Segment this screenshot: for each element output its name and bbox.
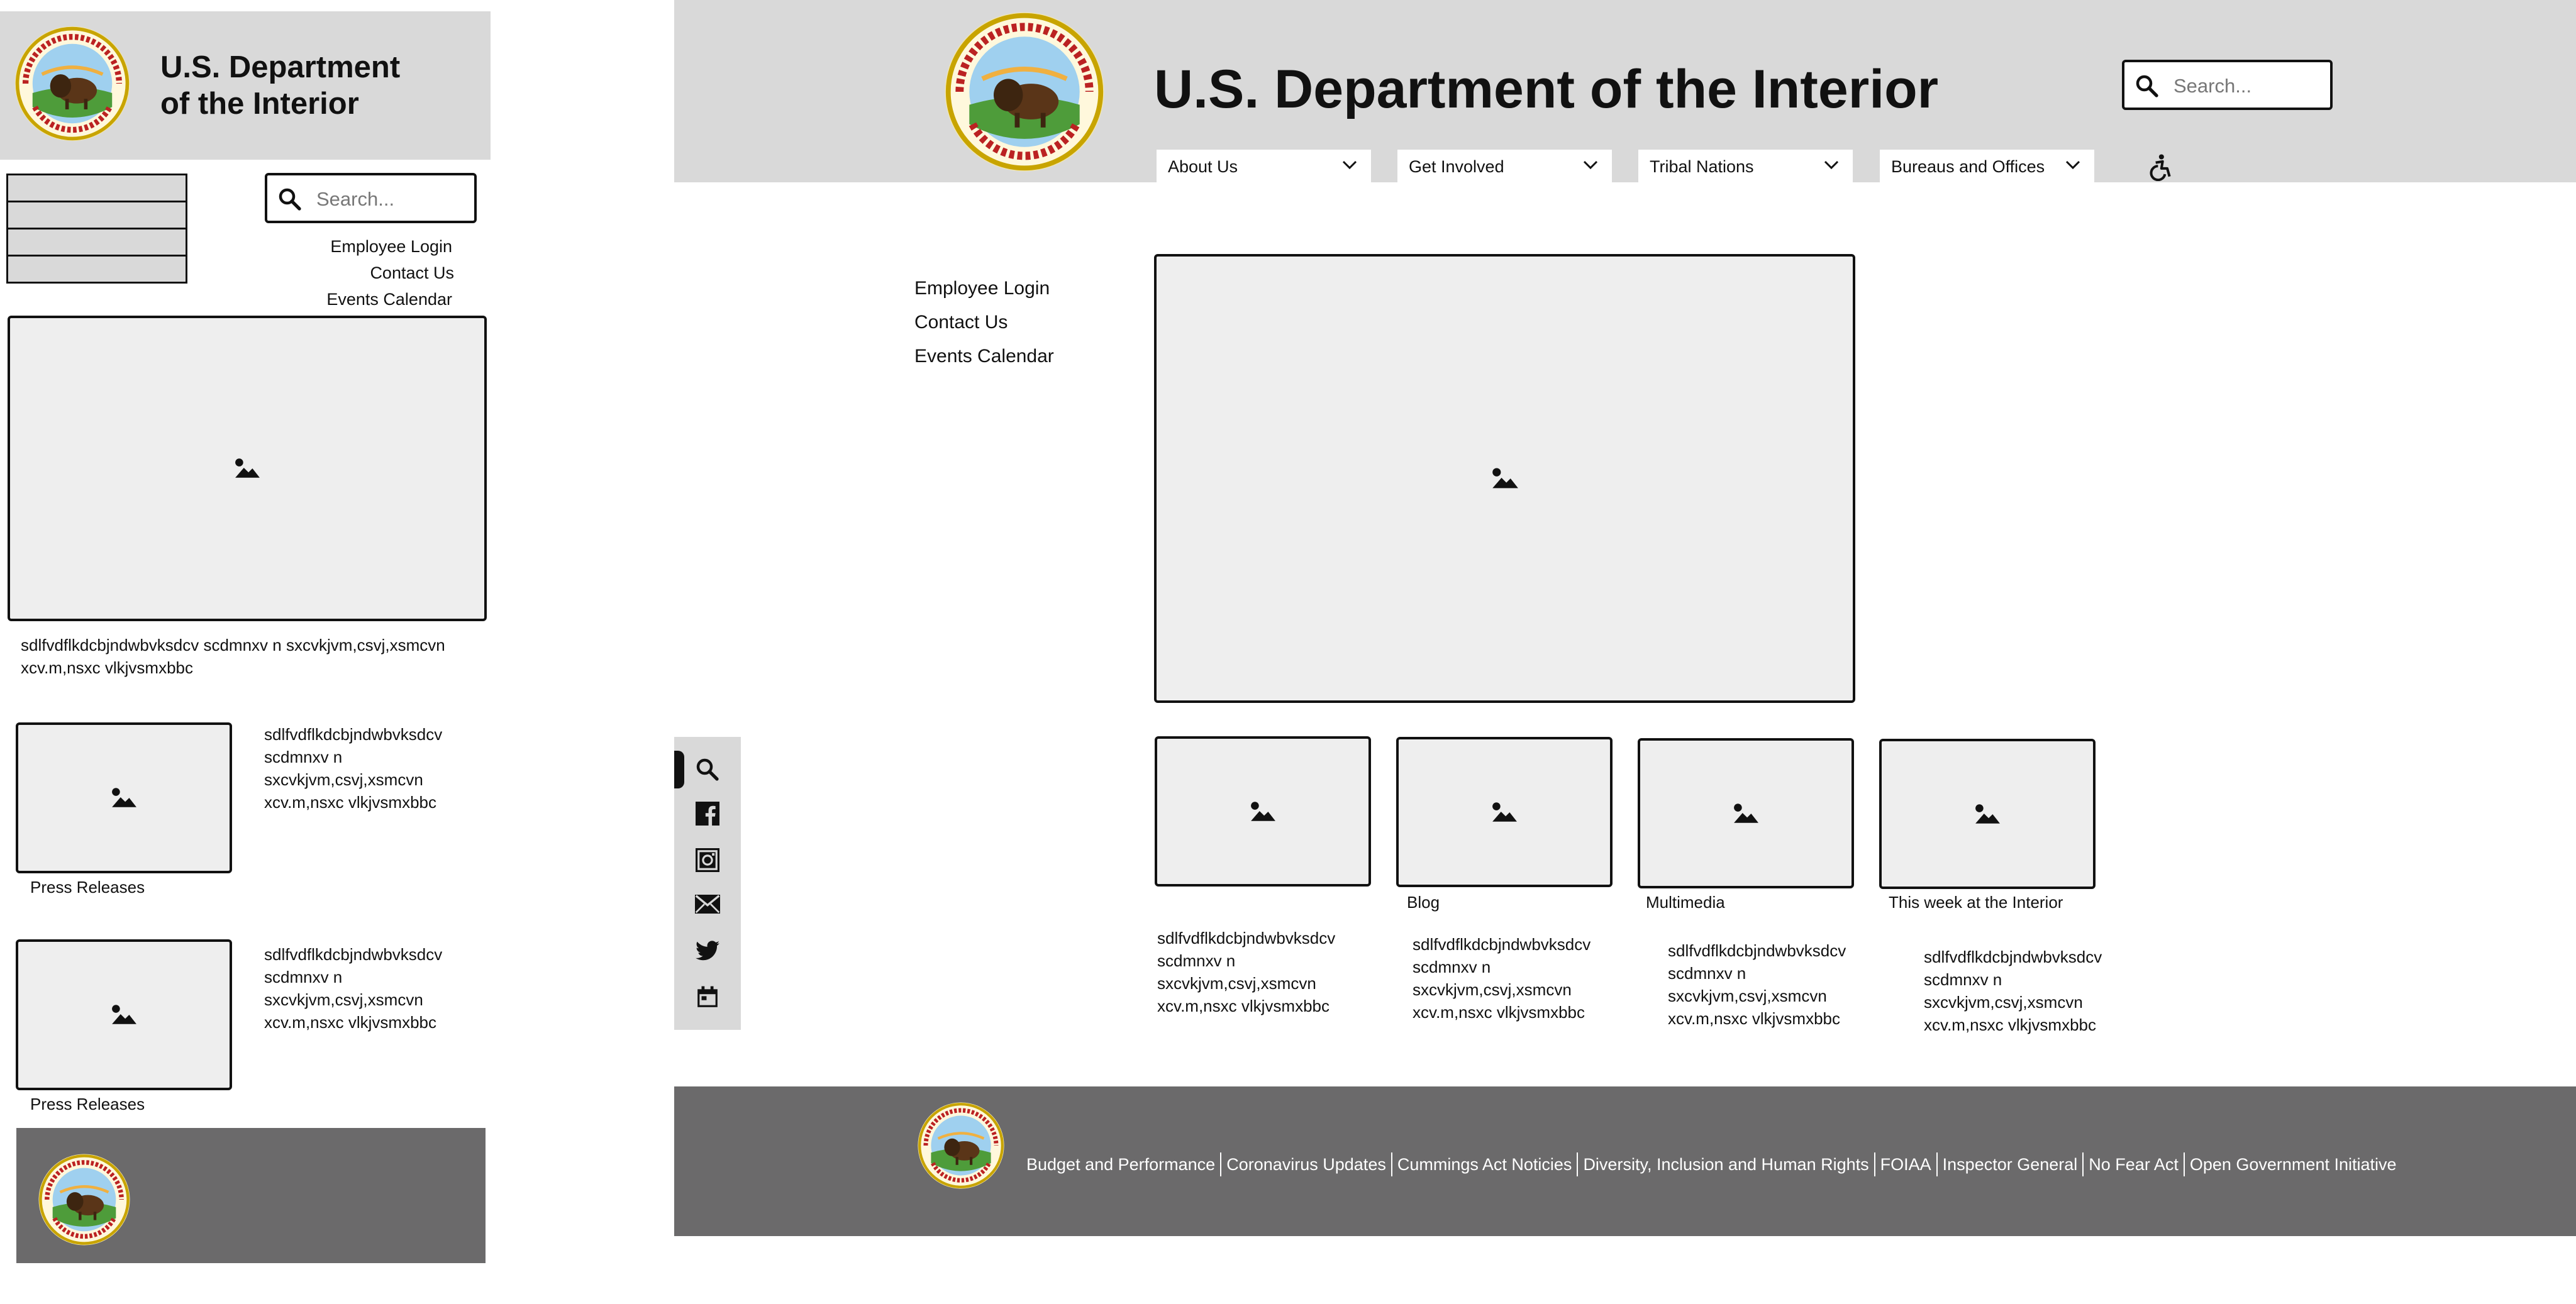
mobile-menu-item-4[interactable]: [6, 255, 187, 284]
mobile-site-title-line1: U.S. Department: [160, 50, 401, 84]
facebook-icon: [696, 802, 719, 826]
desktop-hero-image: [1154, 254, 1855, 703]
image-icon: [111, 1004, 137, 1025]
social-link-search[interactable]: [674, 751, 741, 788]
footer-link-budget-and-performance[interactable]: Budget and Performance: [1021, 1155, 1220, 1174]
mobile-contact-us-link[interactable]: Contact Us: [370, 263, 454, 283]
nav-label: About Us: [1168, 157, 1238, 176]
image-icon: [111, 787, 137, 809]
nav-about-us[interactable]: About Us: [1157, 150, 1371, 182]
nav-label: Get Involved: [1409, 157, 1504, 176]
footer-link-no-fear-act[interactable]: No Fear Act: [2084, 1155, 2184, 1174]
desktop-card-text: sdlfvdflkdcbjndwbvksdcv scdmnxv n sxcvkj…: [1157, 929, 1336, 1015]
footer-link-cummings-act[interactable]: Cummings Act Noticies: [1392, 1155, 1577, 1174]
calendar-icon: [697, 986, 718, 1007]
desktop-card-image[interactable]: [1155, 736, 1371, 887]
nav-label: Tribal Nations: [1650, 157, 1754, 176]
image-icon: [234, 458, 260, 479]
desktop-card-image[interactable]: [1638, 738, 1854, 888]
accessibility-icon[interactable]: [2146, 153, 2174, 182]
nav-bureaus-and-offices[interactable]: Bureaus and Offices: [1880, 150, 2094, 182]
desktop-seal-logo: [943, 11, 1106, 173]
desktop-footer-seal-logo: [917, 1102, 1005, 1190]
mail-icon: [695, 895, 720, 914]
mobile-menu-item-1[interactable]: [6, 174, 187, 202]
social-link-instagram[interactable]: [674, 841, 741, 879]
mobile-hero-image: [8, 316, 487, 621]
desktop-site-title: U.S. Department of the Interior: [1154, 59, 1939, 119]
chevron-down-icon: [2065, 160, 2080, 170]
desktop-contact-us-link[interactable]: Contact Us: [914, 312, 1008, 333]
social-link-calendar[interactable]: [674, 978, 741, 1016]
image-icon: [1974, 804, 2001, 825]
desktop-card-image[interactable]: [1396, 737, 1613, 887]
mobile-card-caption[interactable]: Press Releases: [30, 878, 145, 897]
mobile-card-caption[interactable]: Press Releases: [30, 1095, 145, 1114]
search-icon: [696, 758, 719, 781]
footer-link-open-government[interactable]: Open Government Initiative: [2185, 1155, 2402, 1174]
desktop-search-input[interactable]: Search...: [2122, 60, 2333, 110]
desktop-card-image[interactable]: [1879, 739, 2096, 889]
social-link-facebook[interactable]: [674, 795, 741, 832]
image-icon: [1250, 801, 1276, 822]
mobile-card-text: sdlfvdflkdcbjndwbvksdcv scdmnxv n sxcvkj…: [264, 945, 443, 1032]
desktop-card-caption[interactable]: Blog: [1407, 893, 1440, 912]
mobile-seal-logo: [14, 25, 131, 142]
mobile-menu-item-2[interactable]: [6, 201, 187, 229]
desktop-card-caption[interactable]: Multimedia: [1646, 893, 1725, 912]
image-icon: [1491, 467, 1519, 490]
mobile-site-title-line2: of the Interior: [160, 87, 359, 121]
chevron-down-icon: [1824, 160, 1839, 170]
image-icon: [1491, 802, 1518, 823]
search-icon: [2136, 75, 2158, 97]
mobile-menu-item-3[interactable]: [6, 228, 187, 257]
mobile-footer-seal-logo: [38, 1153, 131, 1246]
footer-link-coronavirus-updates[interactable]: Coronavirus Updates: [1221, 1155, 1391, 1174]
mobile-site-title: U.S. Department of the Interior: [160, 49, 400, 122]
nav-label: Bureaus and Offices: [1891, 157, 2045, 176]
desktop-card-text: sdlfvdflkdcbjndwbvksdcv scdmnxv n sxcvkj…: [1413, 935, 1591, 1022]
footer-links: Budget and Performance Coronavirus Updat…: [1021, 1152, 2402, 1177]
mobile-card-text: sdlfvdflkdcbjndwbvksdcv scdmnxv n sxcvkj…: [264, 725, 443, 812]
social-link-mail[interactable]: [674, 885, 741, 923]
desktop-employee-login-link[interactable]: Employee Login: [914, 278, 1050, 299]
mobile-card-image[interactable]: [16, 722, 232, 873]
mobile-search-placeholder: Search...: [316, 188, 395, 210]
nav-tribal-nations[interactable]: Tribal Nations: [1638, 150, 1853, 182]
chevron-down-icon: [1342, 160, 1357, 170]
social-sidebar: [674, 737, 741, 1030]
social-link-twitter[interactable]: [674, 932, 741, 970]
mobile-employee-login-link[interactable]: Employee Login: [330, 237, 452, 257]
desktop-search-placeholder: Search...: [2174, 75, 2252, 97]
footer-link-diversity-inclusion[interactable]: Diversity, Inclusion and Human Rights: [1578, 1155, 1874, 1174]
desktop-card-caption[interactable]: This week at the Interior: [1889, 893, 2063, 912]
image-icon: [1733, 803, 1759, 824]
search-icon: [279, 188, 301, 211]
footer-link-foiaa[interactable]: FOIAA: [1875, 1155, 1936, 1174]
mobile-search-input[interactable]: Search...: [265, 173, 477, 223]
nav-get-involved[interactable]: Get Involved: [1397, 150, 1612, 182]
desktop-events-calendar-link[interactable]: Events Calendar: [914, 346, 1054, 367]
instagram-icon: [696, 848, 719, 872]
desktop-card-text: sdlfvdflkdcbjndwbvksdcv scdmnxv n sxcvkj…: [1668, 941, 1846, 1028]
mobile-events-calendar-link[interactable]: Events Calendar: [326, 290, 452, 309]
mobile-card-image[interactable]: [16, 939, 232, 1090]
mobile-hero-text: sdlfvdflkdcbjndwbvksdcv scdmnxv n sxcvkj…: [21, 636, 445, 677]
footer-link-inspector-general[interactable]: Inspector General: [1938, 1155, 2083, 1174]
twitter-icon: [696, 941, 719, 961]
chevron-down-icon: [1583, 160, 1598, 170]
desktop-card-text: sdlfvdflkdcbjndwbvksdcv scdmnxv n sxcvkj…: [1924, 948, 2102, 1034]
